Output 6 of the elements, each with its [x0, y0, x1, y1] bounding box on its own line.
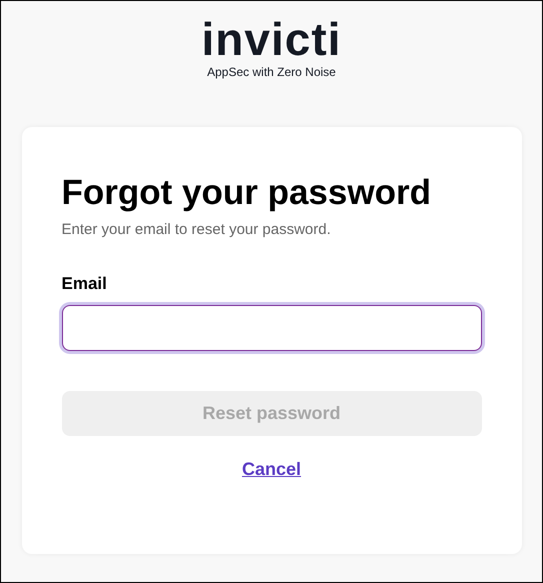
logo-tagline: AppSec with Zero Noise: [207, 64, 336, 81]
email-label: Email: [62, 273, 108, 296]
page-title: Forgot your password: [62, 172, 432, 214]
cancel-link[interactable]: Cancel: [242, 456, 302, 483]
logo-wordmark: invicti: [202, 17, 342, 61]
page-subtitle: Enter your email to reset your password.: [62, 220, 332, 240]
